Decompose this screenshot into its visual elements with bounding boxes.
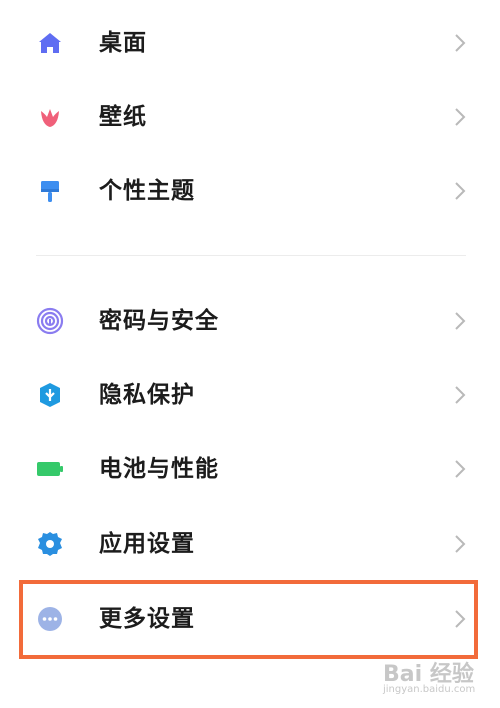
chevron-right-icon (453, 180, 467, 202)
settings-item-label: 个性主题 (99, 178, 195, 204)
paint-brush-icon (36, 177, 64, 205)
settings-item-label: 隐私保护 (99, 382, 195, 408)
settings-item-password-security[interactable]: 密码与安全 (0, 291, 500, 351)
settings-item-app-settings[interactable]: 应用设置 (0, 514, 500, 574)
chevron-right-icon (453, 310, 467, 332)
battery-icon (36, 455, 64, 483)
baidu-watermark: Bai 经验 jingyan.baidu.com (383, 654, 493, 700)
settings-item-desktop[interactable]: 桌面 (0, 13, 500, 73)
chevron-right-icon (453, 384, 467, 406)
settings-item-label: 应用设置 (99, 531, 195, 557)
settings-item-label: 密码与安全 (99, 308, 219, 334)
shield-icon (36, 381, 64, 409)
more-dots-icon (36, 605, 64, 633)
settings-item-label: 更多设置 (99, 606, 195, 632)
settings-item-privacy[interactable]: 隐私保护 (0, 365, 500, 425)
home-icon (36, 29, 64, 57)
fingerprint-icon (36, 307, 64, 335)
settings-item-label: 桌面 (99, 30, 147, 56)
settings-page: 桌面 壁纸 个性主题 密码与安全 隐私保护 电池与性能 应用设置 更多设置 Ba… (0, 0, 500, 708)
settings-item-battery[interactable]: 电池与性能 (0, 439, 500, 499)
settings-item-themes[interactable]: 个性主题 (0, 161, 500, 221)
watermark-subtext: jingyan.baidu.com (383, 684, 476, 695)
chevron-right-icon (453, 106, 467, 128)
section-divider (36, 255, 466, 256)
chevron-right-icon (453, 458, 467, 480)
chevron-right-icon (453, 32, 467, 54)
settings-item-label: 电池与性能 (99, 456, 219, 482)
chevron-right-icon (453, 608, 467, 630)
chevron-right-icon (453, 533, 467, 555)
gear-icon (36, 530, 64, 558)
tulip-icon (36, 103, 64, 131)
settings-item-label: 壁纸 (99, 104, 147, 130)
settings-item-more-settings[interactable]: 更多设置 (0, 589, 500, 649)
settings-item-wallpaper[interactable]: 壁纸 (0, 87, 500, 147)
